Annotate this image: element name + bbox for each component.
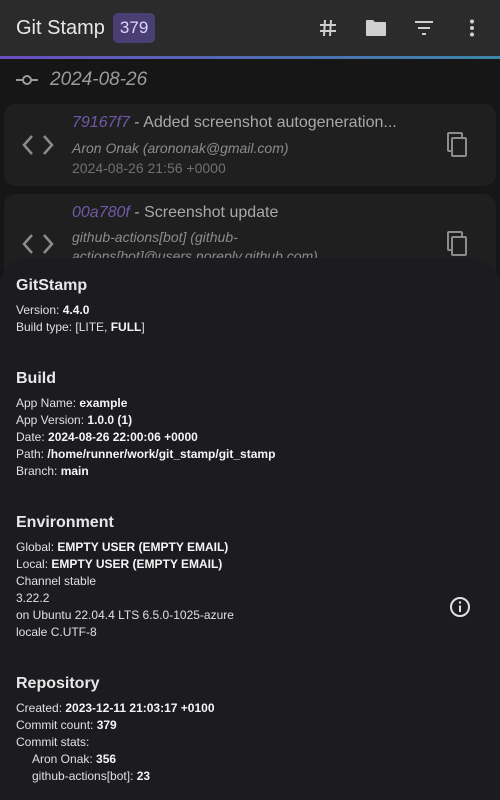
build-date-row: Date: 2024-08-26 22:00:06 +0000 xyxy=(16,430,198,444)
author-stat-row: Aron Onak: 356 xyxy=(32,752,116,766)
filter-icon xyxy=(415,21,433,35)
branch-row: Branch: main xyxy=(16,464,89,478)
row-value: 2024-08-26 22:00:06 +0000 xyxy=(48,430,198,444)
app-bar: Git Stamp 379 xyxy=(0,0,500,56)
row-value: main xyxy=(60,464,89,478)
commit-node-icon xyxy=(16,75,38,85)
row-label: App Version: xyxy=(16,413,88,427)
code-icon xyxy=(22,135,54,155)
app-name-row: App Name: example xyxy=(16,396,127,410)
commit-stats-row: Commit stats: xyxy=(16,735,90,749)
flutter-channel-row: Channel stable xyxy=(16,574,97,588)
row-label: Build type: [LITE, xyxy=(16,320,111,334)
info-icon[interactable] xyxy=(449,596,471,618)
section-heading-build: Build xyxy=(16,370,56,387)
commit-message: Added screenshot autogeneration... xyxy=(143,114,397,131)
row-value: EMPTY USER (EMPTY EMAIL) xyxy=(51,557,223,571)
info-bottom-sheet: GitStamp Version: 4.4.0 Build type: [LIT… xyxy=(0,258,500,800)
row-label: Branch: xyxy=(16,464,61,478)
row-value: /home/runner/work/git_stamp/git_stamp xyxy=(47,447,276,461)
row-value: 1.0.0 (1) xyxy=(87,413,133,427)
app-title: Git Stamp xyxy=(16,16,105,39)
code-icon xyxy=(22,234,54,254)
folder-button[interactable] xyxy=(352,0,400,56)
row-label: Version: xyxy=(16,303,63,317)
commit-title: 00a780f - Screenshot update xyxy=(72,204,422,222)
commit-count-row: Commit count: 379 xyxy=(16,718,117,732)
hash-button[interactable] xyxy=(304,0,352,56)
created-row: Created: 2023-12-11 21:03:17 +0100 xyxy=(16,701,215,715)
date-group-header: 2024-08-26 xyxy=(16,66,147,94)
appbar-accent-line xyxy=(0,56,500,59)
row-label: Path: xyxy=(16,447,48,461)
row-value: 4.4.0 xyxy=(62,303,90,317)
filter-button[interactable] xyxy=(400,0,448,56)
copy-icon[interactable] xyxy=(446,231,468,257)
section-heading-gitstamp: GitStamp xyxy=(16,277,88,294)
copy-icon[interactable] xyxy=(446,132,468,158)
row-value: EMPTY USER (EMPTY EMAIL) xyxy=(57,540,229,554)
hash-icon xyxy=(320,19,336,37)
folder-icon xyxy=(366,20,386,36)
more-vert-icon xyxy=(470,19,474,37)
row-label: Commit count: xyxy=(16,718,97,732)
path-row: Path: /home/runner/work/git_stamp/git_st… xyxy=(16,447,275,461)
row-value: 2023-12-11 21:03:17 +0100 xyxy=(65,701,215,715)
commit-separator: - xyxy=(129,114,144,131)
flutter-version-row: 3.22.2 xyxy=(16,591,50,605)
os-row: on Ubuntu 22.04.4 LTS 6.5.0-1025-azure xyxy=(16,608,234,622)
date-label: 2024-08-26 xyxy=(50,69,148,90)
section-heading-environment: Environment xyxy=(16,514,114,531)
commit-message: Screenshot update xyxy=(144,204,279,221)
row-label: App Name: xyxy=(16,396,80,410)
row-value: 379 xyxy=(96,718,117,732)
row-label: Local: xyxy=(16,557,52,571)
row-value: example xyxy=(79,396,128,410)
global-user-row: Global: EMPTY USER (EMPTY EMAIL) xyxy=(16,540,228,554)
commit-hash: 79167f7 xyxy=(72,114,130,131)
section-heading-repository: Repository xyxy=(16,675,100,692)
row-value: 356 xyxy=(96,752,117,766)
row-label: Date: xyxy=(16,430,49,444)
local-user-row: Local: EMPTY USER (EMPTY EMAIL) xyxy=(16,557,222,571)
row-label: Created: xyxy=(16,701,66,715)
row-value: 23 xyxy=(136,769,151,783)
commit-author-line: github-actions[bot] (github- xyxy=(72,229,238,245)
row-label: github-actions[bot]: xyxy=(32,769,137,783)
commit-card[interactable]: 79167f7 - Added screenshot autogeneratio… xyxy=(4,104,496,186)
commit-author: Aron Onak (arononak@gmail.com) xyxy=(72,140,289,156)
row-label: Aron Onak: xyxy=(32,752,97,766)
app-version-row: App Version: 1.0.0 (1) xyxy=(16,413,132,427)
row-label: Global: xyxy=(16,540,58,554)
row-label: ] xyxy=(141,320,145,334)
commit-date: 2024-08-26 21:56 +0000 xyxy=(72,160,226,176)
commit-title: 79167f7 - Added screenshot autogeneratio… xyxy=(72,114,422,132)
commit-hash: 00a780f xyxy=(72,204,130,221)
row-value: FULL xyxy=(110,320,142,334)
version-row: Version: 4.4.0 xyxy=(16,303,89,317)
appbar-actions xyxy=(304,0,496,56)
author-stat-row: github-actions[bot]: 23 xyxy=(32,769,150,783)
locale-row: locale C.UTF-8 xyxy=(16,625,97,639)
commit-count-badge: 379 xyxy=(112,13,156,43)
build-type-row: Build type: [LITE, FULL] xyxy=(16,320,145,334)
more-options-button[interactable] xyxy=(448,0,496,56)
commit-separator: - xyxy=(129,204,145,221)
